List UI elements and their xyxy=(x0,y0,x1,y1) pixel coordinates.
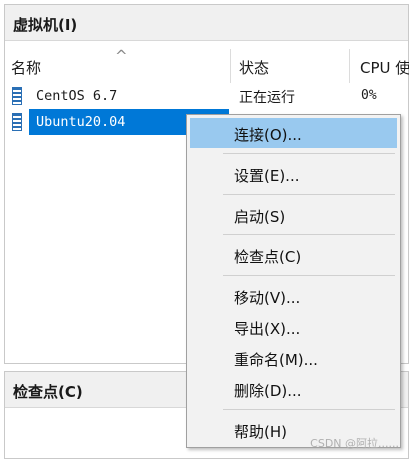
vm-name: Ubuntu20.04 xyxy=(36,114,126,130)
menu-item-label: 删除(D)... xyxy=(234,382,302,400)
menu-item-rename[interactable]: 重命名(M)... xyxy=(190,343,397,373)
menu-item-label: 设置(E)... xyxy=(234,167,300,185)
menu-item-start[interactable]: 启动(S) xyxy=(190,200,397,230)
column-header-cpu[interactable]: CPU 使 xyxy=(350,49,409,83)
menu-item-label: 导出(X)... xyxy=(234,320,301,338)
menu-item-label: 重命名(M)... xyxy=(234,351,318,369)
vm-panel-header: 虚拟机(I) xyxy=(5,5,408,41)
menu-item-label: 检查点(C) xyxy=(234,248,302,266)
vm-cpu: 0% xyxy=(361,88,377,103)
vm-name: CentOS 6.7 xyxy=(36,88,118,104)
vm-panel-title: 虚拟机(I) xyxy=(13,16,78,34)
menu-item-label: 连接(O)... xyxy=(234,126,302,144)
vm-icon xyxy=(12,113,22,131)
column-header-status-label: 状态 xyxy=(239,59,270,77)
menu-item-move[interactable]: 移动(V)... xyxy=(190,281,397,311)
menu-separator xyxy=(223,234,395,235)
sort-caret-icon: ^ xyxy=(115,47,128,65)
menu-item-checkpoint[interactable]: 检查点(C) xyxy=(190,240,397,270)
watermark: CSDN @阿拉...... xyxy=(310,437,399,450)
menu-separator xyxy=(223,153,395,154)
menu-item-delete[interactable]: 删除(D)... xyxy=(190,374,397,404)
menu-item-label: 帮助(H) xyxy=(234,423,287,441)
menu-separator xyxy=(223,409,395,410)
column-header-name[interactable]: 名称 ^ xyxy=(11,47,231,83)
vm-icon xyxy=(12,87,22,105)
vm-row-centos[interactable]: CentOS 6.7 正在运行 0% xyxy=(9,83,409,109)
vm-status: 正在运行 xyxy=(239,90,295,106)
checkpoint-panel-title: 检查点(C) xyxy=(13,383,83,401)
menu-item-label: 移动(V)... xyxy=(234,289,301,307)
column-header-cpu-label: CPU 使 xyxy=(360,59,409,77)
column-header-name-label: 名称 xyxy=(11,59,42,77)
menu-item-label: 启动(S) xyxy=(234,208,286,226)
context-menu: 连接(O)... 设置(E)... 启动(S) 检查点(C) 移动(V)... … xyxy=(186,114,401,448)
menu-item-export[interactable]: 导出(X)... xyxy=(190,312,397,342)
column-header-status[interactable]: 状态 xyxy=(231,49,351,83)
menu-separator xyxy=(223,275,395,276)
menu-item-connect[interactable]: 连接(O)... xyxy=(190,118,397,148)
menu-item-settings[interactable]: 设置(E)... xyxy=(190,159,397,189)
menu-separator xyxy=(223,194,395,195)
